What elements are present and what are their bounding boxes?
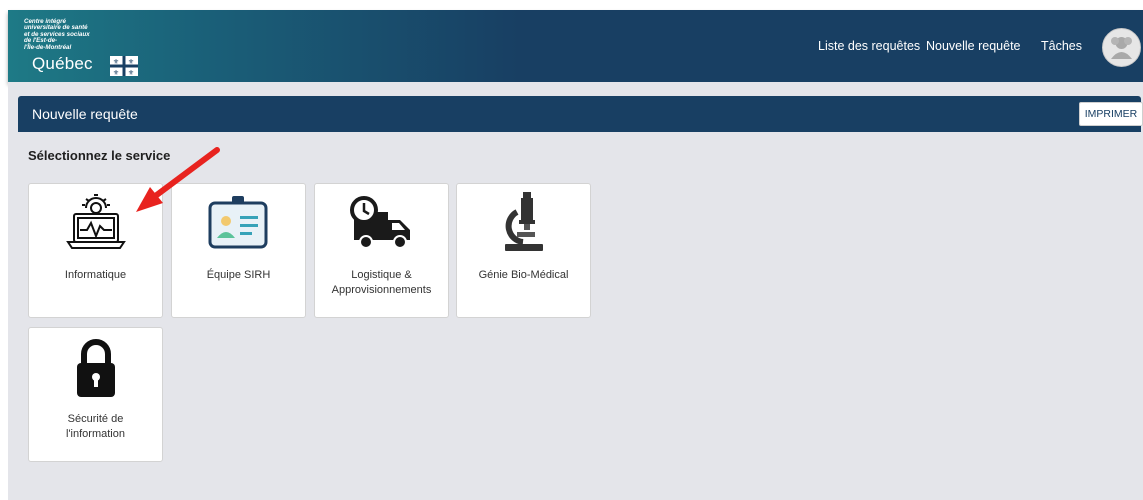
computer-icon xyxy=(66,194,126,249)
service-card-logistique[interactable]: Logistique & Approvisionnements xyxy=(314,183,449,318)
organization-logo[interactable]: Centre intégré universitaire de santé et d… xyxy=(24,18,90,51)
service-label: Sécurité de l'information xyxy=(66,413,125,440)
section-title: Sélectionnez le service xyxy=(28,148,171,163)
service-selection-panel: Sélectionnez le service Informatique Équ… xyxy=(18,137,1141,495)
lock-icon xyxy=(77,339,115,397)
nav-link-new-request[interactable]: Nouvelle requête xyxy=(926,39,1021,53)
page-title: Nouvelle requête xyxy=(32,106,138,122)
service-card-securite-information[interactable]: Sécurité de l'information xyxy=(28,327,163,462)
quebec-flag-icon: ⚜ ⚜ ⚜ ⚜ xyxy=(110,56,138,76)
top-navigation-bar: Centre intégré universitaire de santé et d… xyxy=(8,10,1143,82)
service-label: Équipe SIRH xyxy=(206,269,271,281)
svg-text:⚜: ⚜ xyxy=(128,58,134,66)
organization-name: Centre intégré universitaire de santé et d… xyxy=(24,18,90,51)
service-card-equipe-sirh[interactable]: Équipe SIRH xyxy=(171,183,306,318)
svg-text:⚜: ⚜ xyxy=(128,69,134,76)
quebec-wordmark: Québec xyxy=(32,54,93,73)
service-card-informatique[interactable]: Informatique xyxy=(28,183,163,318)
service-label: Informatique xyxy=(64,269,127,281)
service-card-genie-bio-medical[interactable]: Génie Bio-Médical xyxy=(456,183,591,318)
delivery-truck-icon xyxy=(350,196,410,249)
svg-text:⚜: ⚜ xyxy=(113,69,119,76)
main-content: Nouvelle requête IMPRIMER Sélectionnez l… xyxy=(8,82,1143,500)
svg-text:⚜: ⚜ xyxy=(113,58,119,66)
service-label: Génie Bio-Médical xyxy=(478,269,569,281)
service-label: Logistique & Approvisionnements xyxy=(331,269,432,296)
user-avatar[interactable] xyxy=(1102,28,1141,67)
nav-link-request-list[interactable]: Liste des requêtes xyxy=(818,39,920,53)
panel-header: Nouvelle requête IMPRIMER xyxy=(18,96,1143,132)
nav-link-tasks[interactable]: Tâches xyxy=(1041,39,1082,53)
print-button[interactable]: IMPRIMER xyxy=(1079,102,1143,126)
microscope-icon xyxy=(505,192,543,251)
user-avatar-icon xyxy=(1111,37,1132,59)
id-badge-icon xyxy=(208,196,268,249)
